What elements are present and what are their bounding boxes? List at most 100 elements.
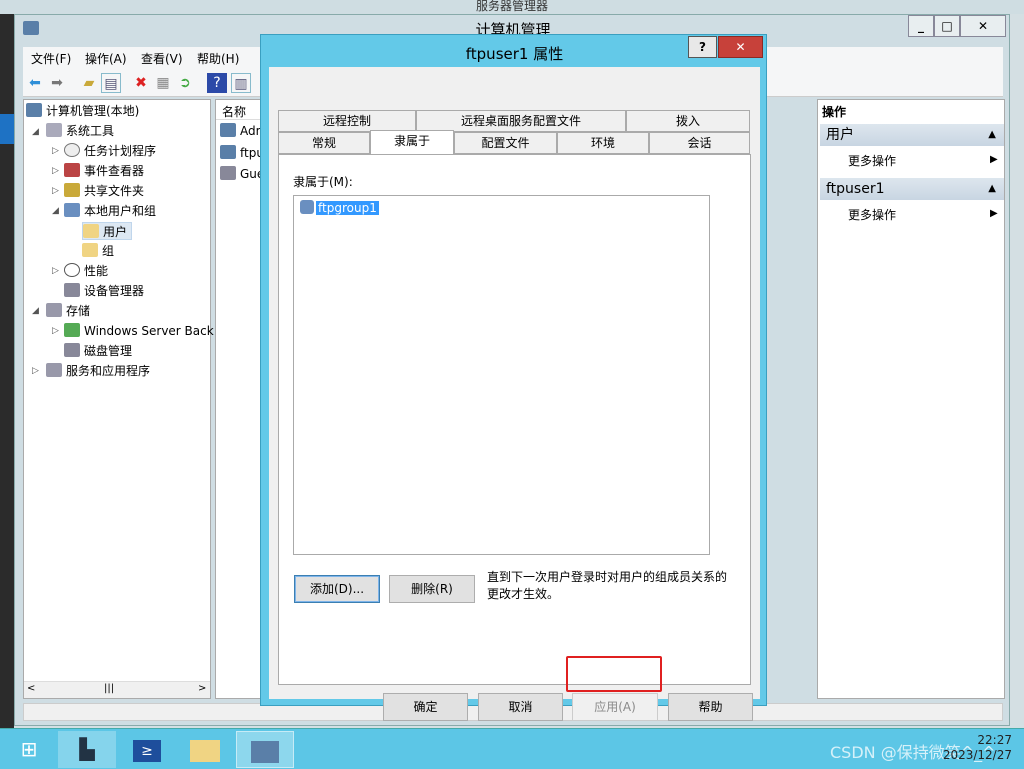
collapse-arrow[interactable]: ◢: [32, 306, 39, 316]
column-header-name[interactable]: 名称: [216, 100, 266, 120]
up-folder-icon[interactable]: ▰: [79, 73, 99, 93]
user-icon: [220, 145, 236, 159]
close-dialog-button[interactable]: ✕: [718, 36, 763, 58]
member-of-label: 隶属于(M):: [293, 175, 353, 189]
expand-arrow[interactable]: ▷: [52, 166, 59, 176]
tree-item-storage[interactable]: 存储: [46, 302, 90, 320]
apply-button[interactable]: 应用(A): [572, 693, 658, 721]
computer-icon: [26, 103, 42, 117]
tab-remote-control[interactable]: 远程控制: [278, 110, 416, 132]
clock-icon: [64, 143, 80, 157]
expand-arrow[interactable]: ▷: [32, 366, 39, 376]
submenu-arrow-icon: ▶: [990, 154, 998, 165]
tree-item-computer-management[interactable]: 计算机管理(本地): [26, 102, 139, 120]
scroll-thumb[interactable]: |||: [104, 683, 114, 694]
tools-icon: [46, 123, 62, 137]
list-item[interactable]: Gue: [220, 165, 264, 183]
scroll-right-icon[interactable]: >: [198, 683, 206, 694]
group-icon: [300, 200, 314, 214]
list-item[interactable]: ftpu: [220, 144, 264, 162]
actions-section-ftpuser1[interactable]: ftpuser1 ▲: [820, 178, 1004, 200]
start-button[interactable]: ⊞: [0, 731, 58, 768]
forward-icon[interactable]: ➡: [47, 73, 67, 93]
scroll-left-icon[interactable]: <: [27, 683, 35, 694]
services-icon: [46, 363, 62, 377]
computer-management-icon: [251, 740, 279, 763]
tab-profile[interactable]: 配置文件: [454, 132, 557, 154]
close-window-button[interactable]: ✕: [960, 15, 1006, 37]
expand-arrow[interactable]: ▷: [52, 266, 59, 276]
collapse-arrow[interactable]: ◢: [32, 127, 39, 137]
server-manager-icon: ▙: [79, 737, 95, 761]
powershell-icon: ≥: [133, 739, 161, 762]
group-item[interactable]: ftpgroup1: [300, 199, 379, 217]
tab-dial-in[interactable]: 拨入: [626, 110, 750, 132]
taskbar-server-manager[interactable]: ▙: [58, 731, 116, 768]
menu-action[interactable]: 操作(A): [85, 50, 127, 67]
backup-icon: [64, 323, 80, 337]
ok-button[interactable]: 确定: [383, 693, 468, 721]
user-disabled-icon: [220, 166, 236, 180]
minimize-button[interactable]: _: [908, 15, 934, 37]
help-icon[interactable]: ?: [207, 73, 227, 93]
collapse-icon[interactable]: ▲: [988, 178, 996, 200]
delete-icon[interactable]: ✖: [131, 73, 151, 93]
tab-member-of[interactable]: 隶属于: [370, 130, 454, 154]
server-manager-title: 服务器管理器: [0, 0, 1024, 14]
tree-item-device-manager[interactable]: 设备管理器: [64, 282, 144, 300]
folder-icon: [82, 243, 98, 257]
expand-arrow[interactable]: ▷: [52, 186, 59, 196]
tree-item-event-viewer[interactable]: 事件查看器: [64, 162, 144, 180]
add-button[interactable]: 添加(D)...: [294, 575, 380, 603]
shared-folder-icon: [64, 183, 80, 197]
menu-file[interactable]: 文件(F): [31, 50, 71, 67]
maximize-button[interactable]: □: [934, 15, 960, 37]
dialog-body: 远程控制 远程桌面服务配置文件 拨入 常规 配置文件 环境 会话 隶属于(M):…: [269, 67, 760, 721]
tab-general[interactable]: 常规: [278, 132, 370, 154]
tree-item-task-scheduler[interactable]: 任务计划程序: [64, 142, 156, 160]
tab-rds-profile[interactable]: 远程桌面服务配置文件: [416, 110, 626, 132]
taskbar-explorer[interactable]: [176, 731, 234, 768]
highlight-box: [566, 656, 662, 692]
menu-help[interactable]: 帮助(H): [197, 50, 239, 67]
windows-icon: ⊞: [20, 737, 38, 761]
show-action-pane-icon[interactable]: ▥: [231, 73, 251, 93]
show-hide-tree-icon[interactable]: ▤: [101, 73, 121, 93]
tree-item-local-users-groups[interactable]: 本地用户和组: [64, 202, 156, 220]
tree-item-services-applications[interactable]: 服务和应用程序: [46, 362, 150, 380]
tree-item-disk-management[interactable]: 磁盘管理: [64, 342, 132, 360]
tree-horizontal-scrollbar[interactable]: < ||| >: [24, 681, 210, 698]
tab-sessions[interactable]: 会话: [649, 132, 750, 154]
cancel-button[interactable]: 取消: [478, 693, 563, 721]
taskbar-computer-management[interactable]: [236, 731, 294, 768]
taskbar-powershell[interactable]: ≥: [118, 731, 176, 768]
menu-view[interactable]: 查看(V): [141, 50, 183, 67]
expand-arrow[interactable]: ▷: [52, 146, 59, 156]
collapse-icon[interactable]: ▲: [988, 124, 996, 146]
tree-item-system-tools[interactable]: 系统工具: [46, 122, 114, 140]
groups-listbox[interactable]: ftpgroup1: [293, 195, 710, 555]
member-of-panel: 隶属于(M): ftpgroup1 添加(D)... 删除(R) 直到下一次用户…: [278, 154, 751, 685]
more-actions-users[interactable]: 更多操作: [848, 152, 896, 169]
tab-environment[interactable]: 环境: [557, 132, 649, 154]
tree-item-windows-server-backup[interactable]: Windows Server Back: [64, 322, 214, 340]
remove-button[interactable]: 删除(R): [389, 575, 475, 603]
folder-icon: [190, 739, 220, 762]
help-title-button[interactable]: ?: [688, 36, 717, 58]
help-button[interactable]: 帮助: [668, 693, 753, 721]
export-icon[interactable]: ➲: [175, 73, 195, 93]
event-viewer-icon: [64, 163, 80, 177]
more-actions-ftpuser1[interactable]: 更多操作: [848, 206, 896, 223]
tree-item-users[interactable]: 用户: [82, 222, 133, 240]
actions-pane: 操作 用户 ▲ 更多操作 ▶ ftpuser1 ▲ 更多操作 ▶: [817, 99, 1005, 699]
tree-item-shared-folders[interactable]: 共享文件夹: [64, 182, 144, 200]
tree-item-performance[interactable]: 性能: [64, 262, 108, 280]
expand-arrow[interactable]: ▷: [52, 326, 59, 336]
properties-icon[interactable]: ▦: [153, 73, 173, 93]
collapse-arrow[interactable]: ◢: [52, 206, 59, 216]
back-icon[interactable]: ⬅: [25, 73, 45, 93]
folder-icon: [83, 224, 99, 238]
clock[interactable]: 22:27 2023/12/27: [943, 733, 1012, 763]
actions-section-users[interactable]: 用户 ▲: [820, 124, 1004, 146]
tree-item-groups[interactable]: 组: [82, 242, 114, 260]
